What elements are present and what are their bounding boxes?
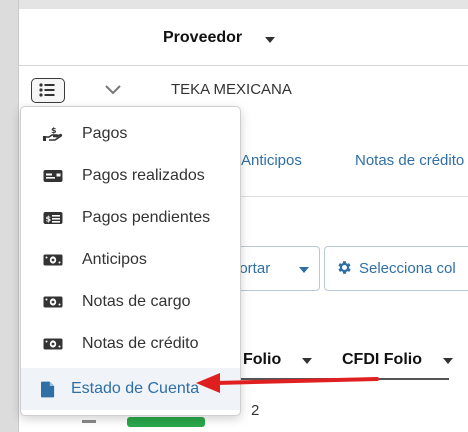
top-gray-bar [19,0,468,9]
menu-item-pagos-pendientes[interactable]: $ Pagos pendientes [21,197,240,239]
select-columns-label: Selecciona col [359,260,456,277]
tab-notas-de-credito[interactable]: Notas de crédito [355,152,464,169]
menu-item-notas-de-cargo[interactable]: Notas de cargo [21,281,240,323]
money-bill-icon [43,296,63,308]
money-bill-icon [43,338,63,350]
left-sidebar-strip [0,0,19,432]
red-annotation-arrow [196,373,379,393]
svg-text:$: $ [46,215,52,224]
supplier-name: TEKA MEXICANA [171,81,292,98]
folio-sort-caret-icon[interactable] [302,358,312,364]
column-cfdi-folio-header[interactable]: CFDI Folio [342,351,422,369]
menu-item-label: Notas de cargo [82,293,191,310]
cfdi-sort-caret-icon[interactable] [443,358,453,364]
tab-anticipos[interactable]: Anticipos [241,152,302,169]
menu-item-anticipos[interactable]: Anticipos [21,239,240,281]
card-icon [43,170,63,182]
list-card-icon: $ [43,212,63,224]
hand-dollar-icon: $ [43,126,63,141]
menu-item-notas-de-credito[interactable]: Notas de crédito [21,323,240,365]
menu-item-label: Notas de crédito [82,335,199,352]
select-columns-button[interactable]: Selecciona col [324,246,468,291]
menu-item-label: Pagos realizados [82,167,205,184]
row-menu-button[interactable] [31,78,65,103]
export-caret-icon [299,267,309,273]
gear-icon [338,261,351,274]
menu-item-label: Pagos [82,125,128,142]
chevron-down-icon[interactable] [104,81,122,97]
actions-dropdown-menu: $ Pagos Pagos realizados $ Pagos pendien… [20,106,241,416]
svg-text:$: $ [51,126,57,135]
header-title[interactable]: Proveedor [163,29,242,47]
list-icon [39,83,55,97]
table-row-value: 2 [251,402,260,419]
menu-item-label: Estado de Cuenta [71,380,200,397]
money-bill-icon [43,254,63,266]
menu-item-pagos-realizados[interactable]: Pagos realizados [21,155,240,197]
column-folio-header[interactable]: Folio [243,351,281,369]
row-handle [82,420,96,423]
tabs-divider [241,196,468,197]
status-badge [127,417,205,427]
menu-item-pagos[interactable]: $ Pagos [21,113,240,155]
sort-caret-icon[interactable] [265,37,275,43]
header-row: Proveedor [19,9,468,66]
menu-item-label: Pagos pendientes [82,209,211,226]
file-icon [41,381,55,398]
menu-item-label: Anticipos [82,251,147,268]
